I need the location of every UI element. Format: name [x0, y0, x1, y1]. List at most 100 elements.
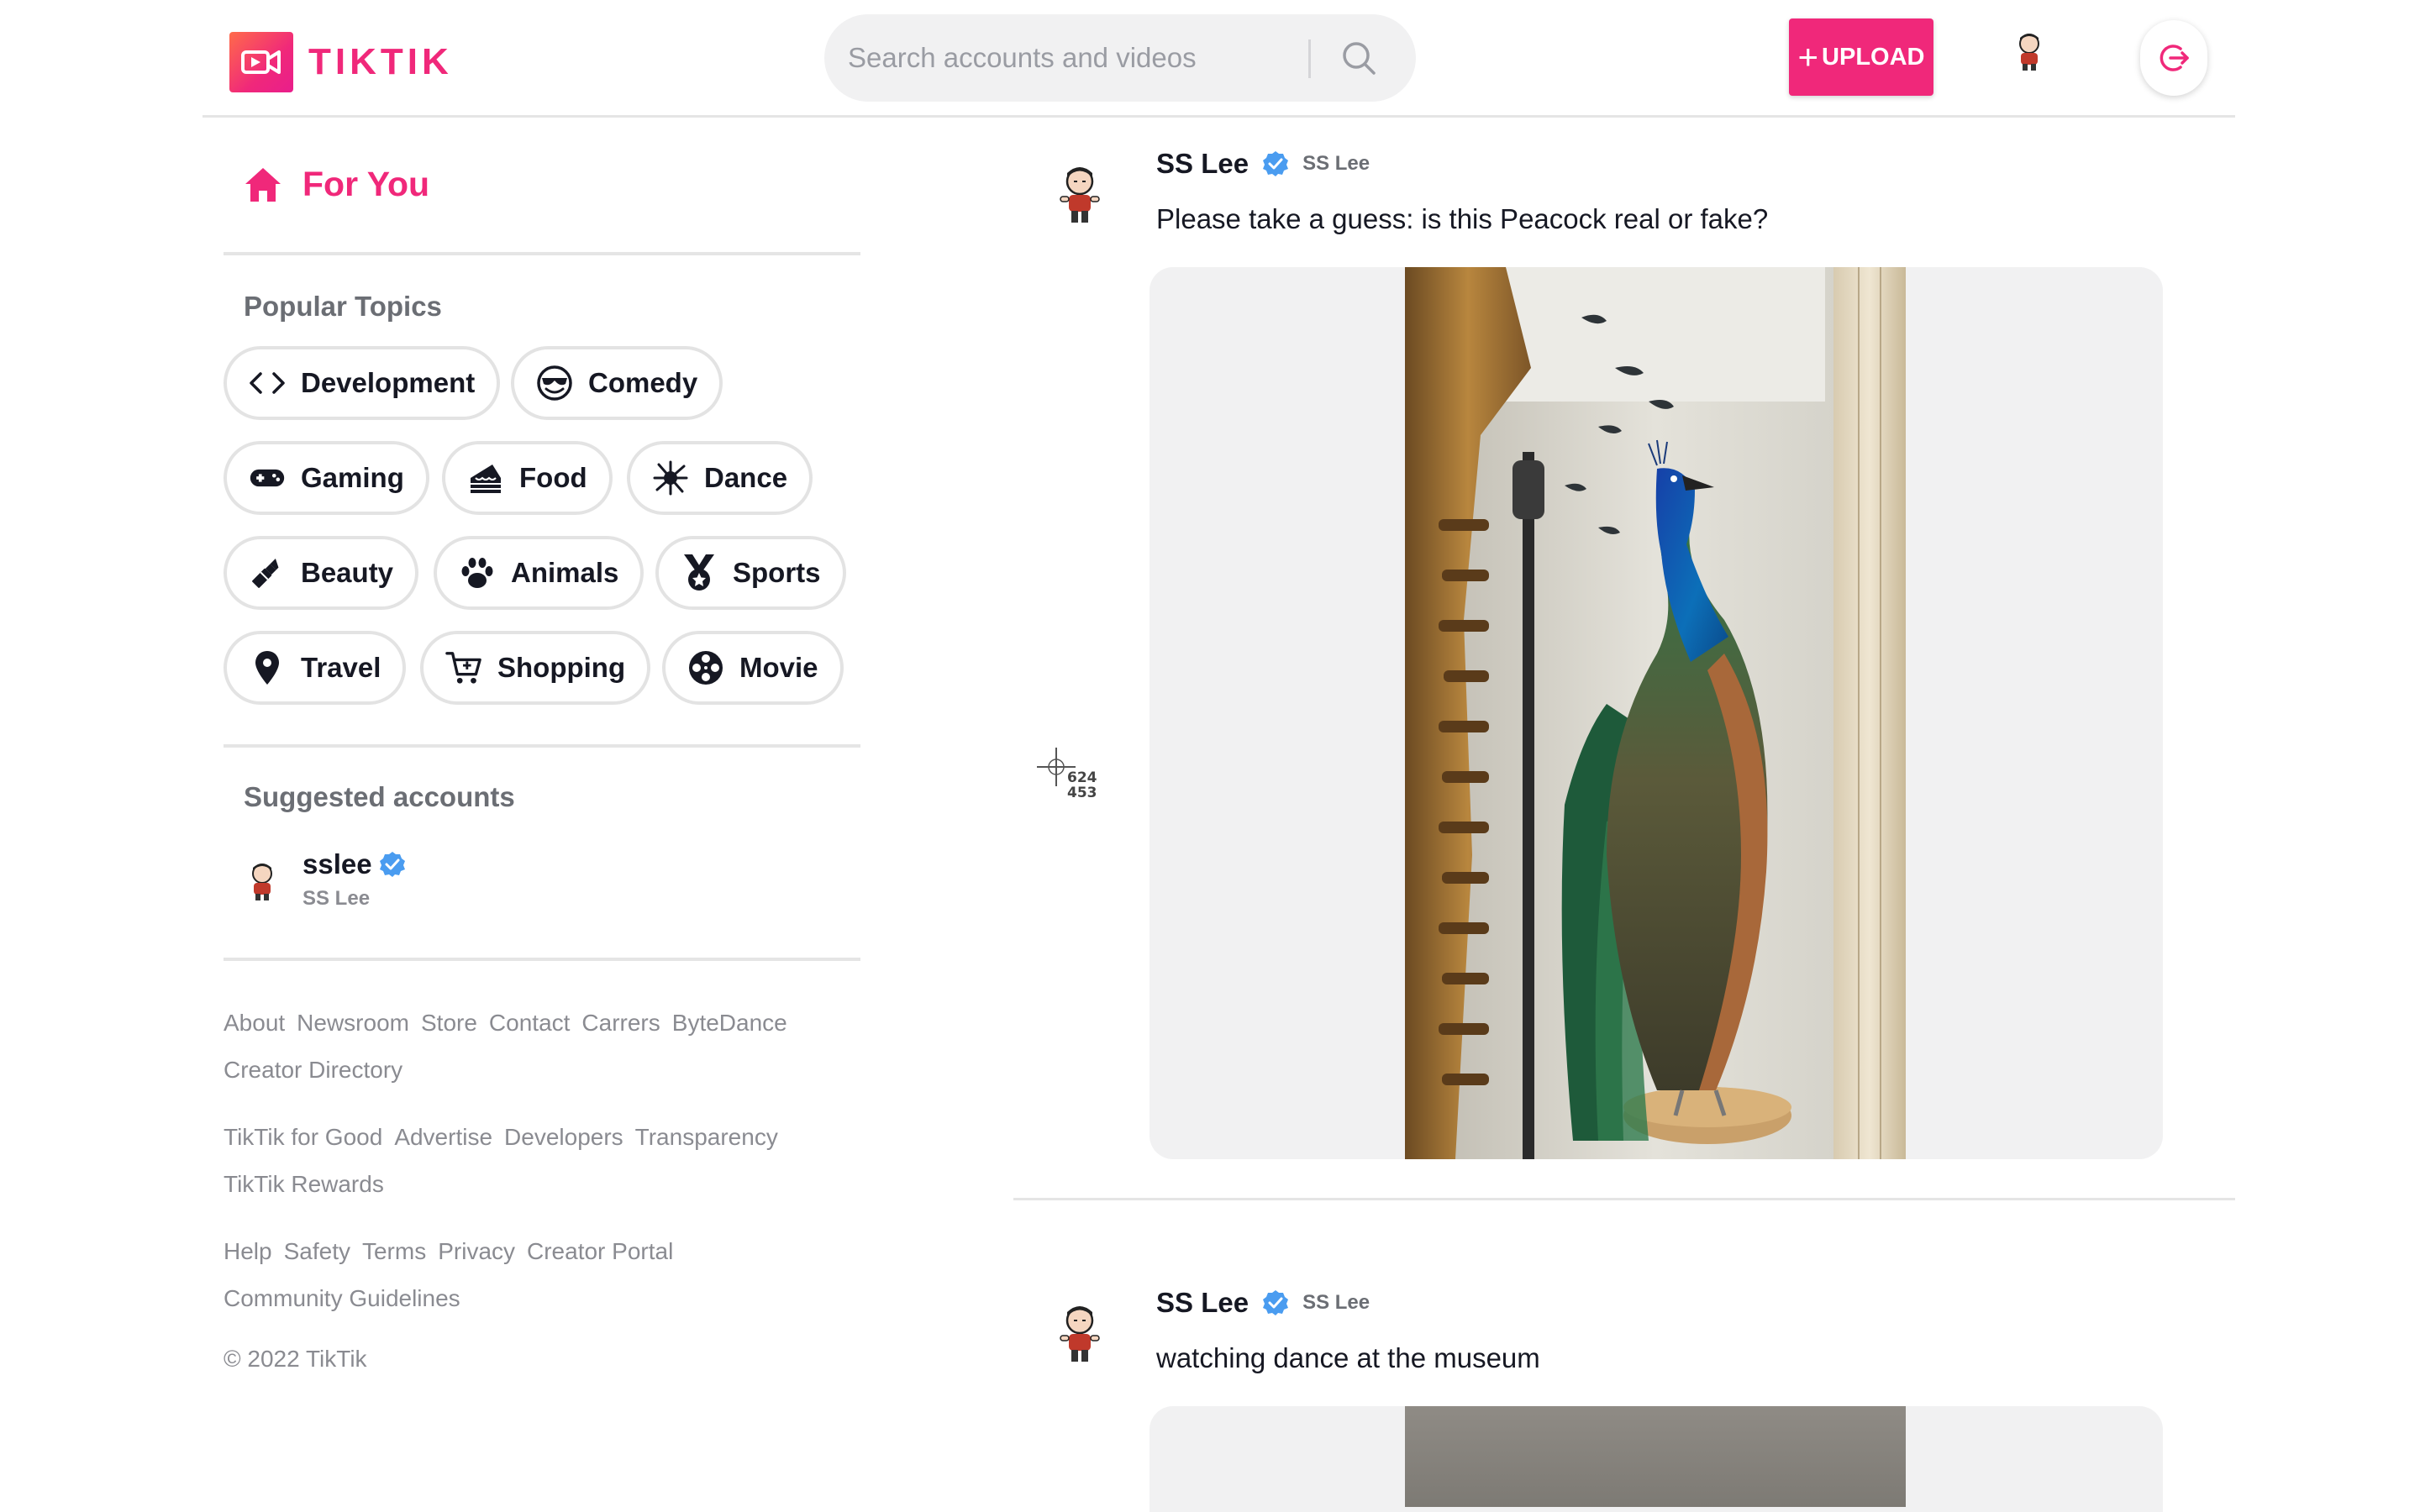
- video-thumbnail: [1405, 1406, 1906, 1507]
- sidebar-divider: [224, 958, 860, 961]
- footer-link-about[interactable]: About: [224, 1010, 285, 1036]
- plus-icon: +: [1797, 37, 1819, 76]
- paw-icon: [459, 554, 496, 591]
- video-player[interactable]: [1150, 267, 2163, 1159]
- footer-link-tiktik-rewards[interactable]: TikTik Rewards: [224, 1171, 384, 1197]
- verified-icon: [1263, 1290, 1289, 1315]
- search-bar: [824, 14, 1416, 102]
- avatar-icon: [2019, 34, 2039, 71]
- top-header: TIKTIK + UPLOAD: [203, 0, 2235, 118]
- topic-shopping[interactable]: Shopping: [420, 631, 651, 705]
- post-caption: watching dance at the museum: [1156, 1342, 1540, 1373]
- topic-movie[interactable]: Movie: [662, 631, 844, 705]
- footer-link-carrers[interactable]: Carrers: [581, 1010, 660, 1036]
- medal-icon: [681, 554, 718, 591]
- sidebar-divider: [224, 252, 860, 255]
- footer-link-contact[interactable]: Contact: [489, 1010, 571, 1036]
- logout-button[interactable]: [2140, 20, 2207, 96]
- post-author[interactable]: SS Lee SS Lee: [1156, 1287, 1370, 1319]
- code-icon: [249, 365, 286, 402]
- cursor-crosshair: 624 453: [1035, 746, 1128, 805]
- topic-label: Development: [301, 367, 476, 398]
- sunglasses-smile-icon: [536, 365, 573, 402]
- topic-label: Gaming: [301, 462, 404, 493]
- post-author-handle: SS Lee: [1302, 152, 1370, 175]
- footer-link-terms[interactable]: Terms: [362, 1238, 426, 1264]
- home-icon: [245, 167, 281, 202]
- film-reel-icon: [687, 649, 724, 686]
- gamepad-icon: [249, 459, 286, 496]
- footer-link-advertise[interactable]: Advertise: [394, 1124, 492, 1150]
- topic-label: Beauty: [301, 557, 394, 588]
- upload-label: UPLOAD: [1822, 43, 1925, 71]
- post-author-handle: SS Lee: [1302, 1291, 1370, 1314]
- footer-link-creator-directory[interactable]: Creator Directory: [224, 1057, 402, 1083]
- topic-label: Food: [519, 462, 587, 493]
- cake-icon: [467, 459, 504, 496]
- suggested-display-name: SS Lee: [302, 887, 371, 910]
- sidebar-divider: [224, 744, 860, 748]
- post-avatar[interactable]: [1054, 165, 1106, 223]
- footer-link-transparency[interactable]: Transparency: [635, 1124, 778, 1150]
- suggested-username: sslee: [302, 848, 372, 879]
- post-avatar[interactable]: [1054, 1304, 1106, 1362]
- avatar: [244, 862, 281, 900]
- search-button[interactable]: [1334, 33, 1384, 83]
- topic-development[interactable]: Development: [224, 346, 501, 420]
- topic-travel[interactable]: Travel: [224, 631, 407, 705]
- location-pin-icon: [249, 649, 286, 686]
- topic-sports[interactable]: Sports: [655, 536, 846, 610]
- avatar-icon: [1060, 1306, 1100, 1362]
- cart-icon: [445, 649, 482, 686]
- footer-link-safety[interactable]: Safety: [284, 1238, 350, 1264]
- post-author-name: SS Lee: [1156, 148, 1249, 179]
- topic-label: Sports: [733, 557, 821, 588]
- search-divider: [1308, 39, 1311, 78]
- topic-label: Animals: [511, 557, 619, 588]
- topic-beauty[interactable]: Beauty: [224, 536, 419, 610]
- user-avatar[interactable]: [2011, 32, 2048, 71]
- search-input[interactable]: [848, 42, 1293, 74]
- cursor-y-readout: 453: [1067, 785, 1097, 801]
- post-author-name: SS Lee: [1156, 1287, 1249, 1318]
- post-divider: [1013, 1198, 2235, 1200]
- topic-dance[interactable]: Dance: [627, 441, 813, 515]
- topic-gaming[interactable]: Gaming: [224, 441, 429, 515]
- app-name: TIKTIK: [308, 41, 453, 82]
- popular-topics-title: Popular Topics: [244, 291, 442, 322]
- post-author[interactable]: SS Lee SS Lee: [1156, 148, 1370, 180]
- cursor-x-readout: 624: [1067, 769, 1097, 786]
- search-icon: [1343, 42, 1376, 75]
- footer-link-creator-portal[interactable]: Creator Portal: [527, 1238, 673, 1264]
- app-logo[interactable]: TIKTIK: [229, 32, 453, 92]
- topic-label: Shopping: [497, 652, 626, 683]
- suggested-account[interactable]: sslee SS Lee: [244, 848, 406, 911]
- video-thumbnail: [1405, 267, 1906, 1159]
- topic-label: Dance: [704, 462, 788, 493]
- upload-button[interactable]: + UPLOAD: [1789, 18, 1933, 96]
- for-you-label: For You: [302, 165, 430, 203]
- nav-for-you[interactable]: For You: [244, 165, 429, 204]
- topic-food[interactable]: Food: [442, 441, 613, 515]
- video-player[interactable]: [1150, 1406, 2163, 1512]
- footer-link-store[interactable]: Store: [421, 1010, 477, 1036]
- footer-links-group-2: TikTik for Good Advertise Developers Transp…: [224, 1114, 862, 1208]
- verified-icon: [1263, 151, 1289, 176]
- verified-icon: [379, 852, 405, 877]
- topic-comedy[interactable]: Comedy: [511, 346, 723, 420]
- footer-link-newsroom[interactable]: Newsroom: [297, 1010, 409, 1036]
- copyright: © 2022 TikTik: [224, 1346, 367, 1372]
- footer-link-privacy[interactable]: Privacy: [438, 1238, 515, 1264]
- footer-link-developers[interactable]: Developers: [504, 1124, 623, 1150]
- footer-link-tiktik-for-good[interactable]: TikTik for Good: [224, 1124, 382, 1150]
- footer-link-help[interactable]: Help: [224, 1238, 272, 1264]
- footer-links-group-3: Help Safety Terms Privacy Creator Portal Comm…: [224, 1228, 862, 1322]
- topic-label: Movie: [739, 652, 818, 683]
- footer-link-bytedance[interactable]: ByteDance: [672, 1010, 787, 1036]
- dance-icon: [652, 459, 689, 496]
- footer-link-community-guidelines[interactable]: Community Guidelines: [224, 1285, 460, 1311]
- lipstick-icon: [249, 554, 286, 591]
- topic-label: Comedy: [588, 367, 698, 398]
- logout-icon: [2160, 45, 2189, 71]
- topic-animals[interactable]: Animals: [434, 536, 644, 610]
